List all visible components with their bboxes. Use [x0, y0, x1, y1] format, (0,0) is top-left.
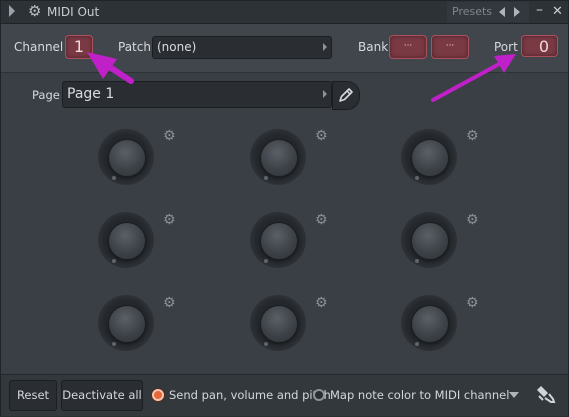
- midi-out-window: ⚙ MIDI Out Presets – ✕ Channel 1 Patch (…: [0, 0, 569, 416]
- annotation-arrows: [87, 52, 516, 102]
- port-arrow-icon: [431, 54, 516, 102]
- channel-arrow-icon: [87, 52, 134, 84]
